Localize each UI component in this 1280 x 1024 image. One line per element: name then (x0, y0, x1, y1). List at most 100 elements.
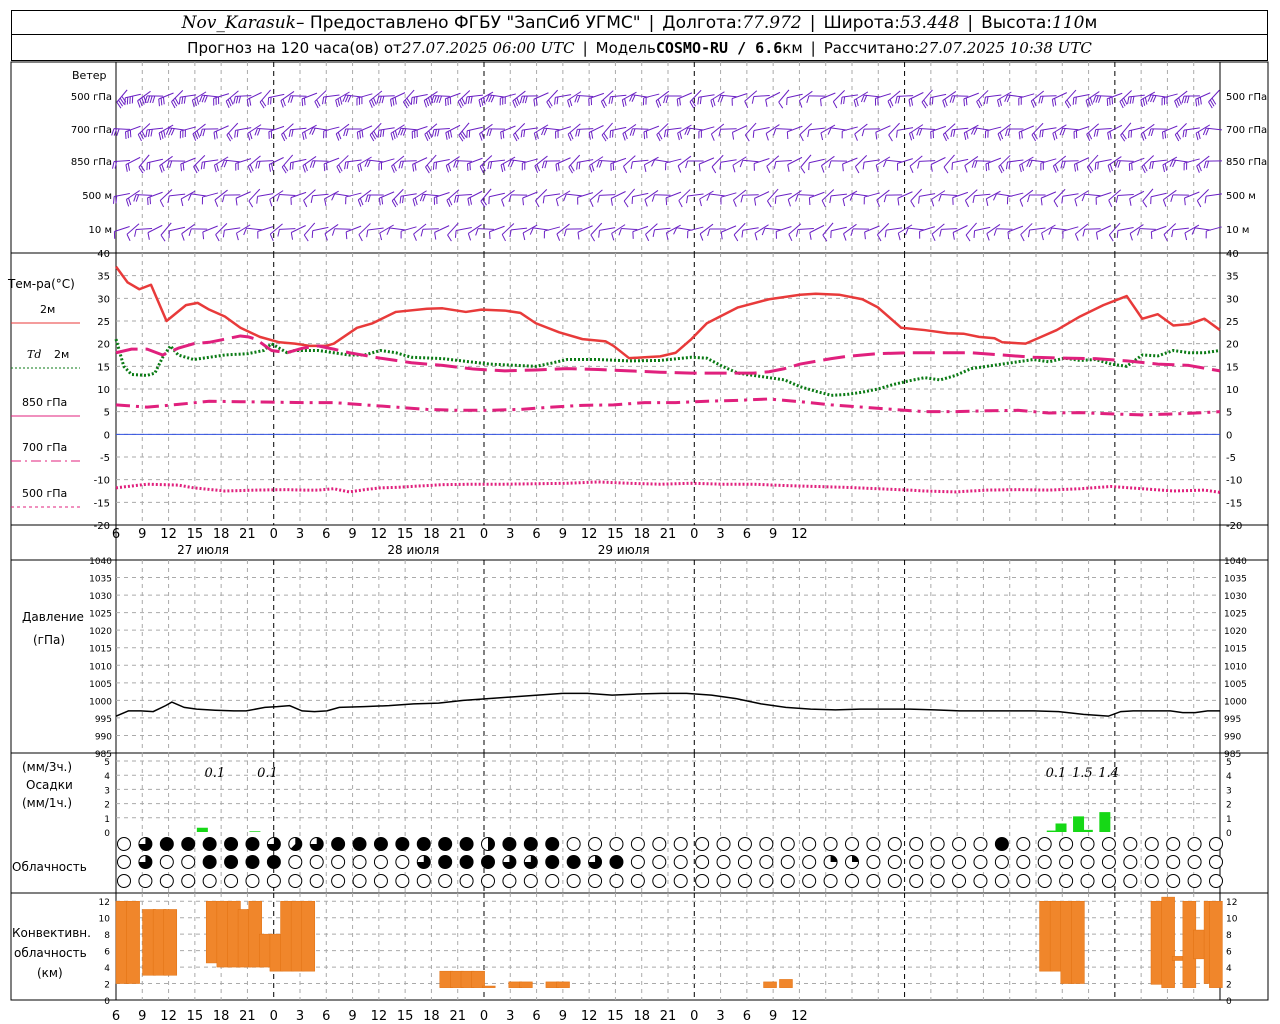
wind-barb-shaft (965, 222, 977, 236)
cloud-circle (459, 874, 474, 888)
wind-barb-flag (939, 229, 942, 237)
wind-barb (985, 157, 1002, 172)
wind-barb-flag (432, 162, 435, 170)
wind-barb-flag (917, 161, 920, 169)
wind-barb-flag (910, 200, 915, 208)
wind-barb (486, 128, 506, 137)
date-label: 28 июля (387, 543, 439, 557)
wind-barb (1150, 225, 1167, 240)
wind-barb-shaft (864, 159, 881, 163)
wind-barb-flag (501, 199, 505, 207)
wind-barb (897, 191, 913, 206)
wind-barb-flag (247, 165, 252, 173)
wind-barb (1041, 224, 1056, 241)
wind-barb (820, 124, 836, 141)
wind-barb-flag (1109, 131, 1112, 139)
wind-barb (501, 189, 515, 207)
wind-barb-flag (372, 97, 377, 105)
wind-barb-flag (973, 230, 976, 238)
wind-barb (897, 158, 913, 171)
wind-barb-flag (1028, 160, 1033, 168)
wind-barb (739, 159, 759, 168)
wind-barb-flag (301, 98, 304, 107)
wind-barb-flag (931, 233, 936, 241)
wind-barb-flag (127, 130, 129, 139)
time-tick-label: 18 (633, 527, 650, 542)
cloud-circle (331, 874, 346, 888)
wind-barb-flag (234, 130, 236, 138)
wind-barb (1018, 93, 1035, 106)
wind-barb-flag (577, 232, 580, 240)
temp-tick-label: 5 (104, 408, 110, 419)
wind-barb-flag (861, 129, 865, 137)
wind-barb-shaft (389, 227, 406, 231)
wind-barb-shaft (180, 190, 196, 200)
wind-barb-flag (1092, 95, 1097, 103)
wind-barb-flag (490, 95, 495, 103)
wind-barb-flag (1140, 133, 1145, 141)
conv-bar (126, 900, 140, 984)
cloud-circle (245, 837, 260, 851)
time-tick-label: 3 (296, 1009, 304, 1024)
wind-barb-shaft (709, 193, 726, 197)
wind-barb-flag (663, 95, 666, 104)
wind-barb-flag (126, 234, 131, 242)
wind-barb-flag (1097, 95, 1102, 103)
wind-barb (699, 223, 714, 241)
wind-barb-flag (196, 130, 201, 138)
wind-barb (1170, 194, 1189, 202)
wind-barb-flag (622, 133, 626, 141)
wind-barb-flag (1054, 131, 1058, 140)
wind-barb (413, 223, 427, 241)
wind-barb-flag (519, 96, 523, 104)
wind-barb-shaft (1117, 193, 1134, 197)
wind-barb-flag (516, 97, 521, 105)
time-tick-label: 18 (213, 527, 230, 542)
wind-barb (684, 127, 704, 136)
time-tick-label: 21 (660, 527, 677, 542)
wind-barb-shaft (501, 223, 515, 235)
wind-barb-flag (1054, 98, 1057, 106)
wind-barb (433, 192, 450, 205)
precip-title: Осадки (26, 778, 73, 792)
wind-barb-flag (1021, 163, 1025, 171)
cloud-circle (909, 837, 924, 851)
wind-barb-flag (301, 132, 305, 140)
wind-barb-shaft (720, 159, 737, 163)
wind-barb (378, 191, 395, 206)
wind-barb (938, 193, 958, 202)
wind-barb-flag (425, 98, 430, 107)
wind-barb (1195, 92, 1211, 107)
wind-barb-flag (1142, 200, 1148, 208)
wind-barb (808, 191, 825, 206)
cloud-fill (488, 837, 495, 851)
wind-barb (611, 224, 626, 241)
cloud-circle (266, 874, 281, 888)
wind-barb (931, 223, 945, 241)
cloud-circle (117, 874, 131, 888)
wind-barb-flag (896, 130, 898, 138)
wind-barb-flag (147, 197, 149, 206)
wind-barb-flag (1096, 129, 1099, 137)
wind-barb-flag (188, 228, 192, 236)
wind-barb (563, 228, 583, 237)
temp-tick-label: 10 (1226, 385, 1239, 396)
cloud-circle (1059, 874, 1074, 888)
wind-barb (386, 227, 406, 235)
wind-barb-flag (134, 229, 137, 237)
time-tick-label: 15 (607, 527, 624, 542)
wind-barb (466, 157, 483, 172)
meteogram: 6699121215151818212100336699121215151818… (7, 61, 1269, 1024)
wind-barb-flag (590, 131, 594, 139)
wind-barb-flag (449, 96, 452, 105)
cloud-circle (117, 855, 131, 869)
wind-barb-flag (447, 131, 450, 139)
wind-barb (930, 157, 946, 172)
wind-barb-shaft (974, 226, 991, 232)
wind-barb-flag (679, 98, 681, 106)
wind-barb-flag (182, 162, 185, 171)
wind-barb-flag (964, 165, 968, 173)
wind-barb (1184, 224, 1200, 241)
cloud-circle (930, 874, 945, 888)
wind-barb-flag (379, 96, 382, 104)
